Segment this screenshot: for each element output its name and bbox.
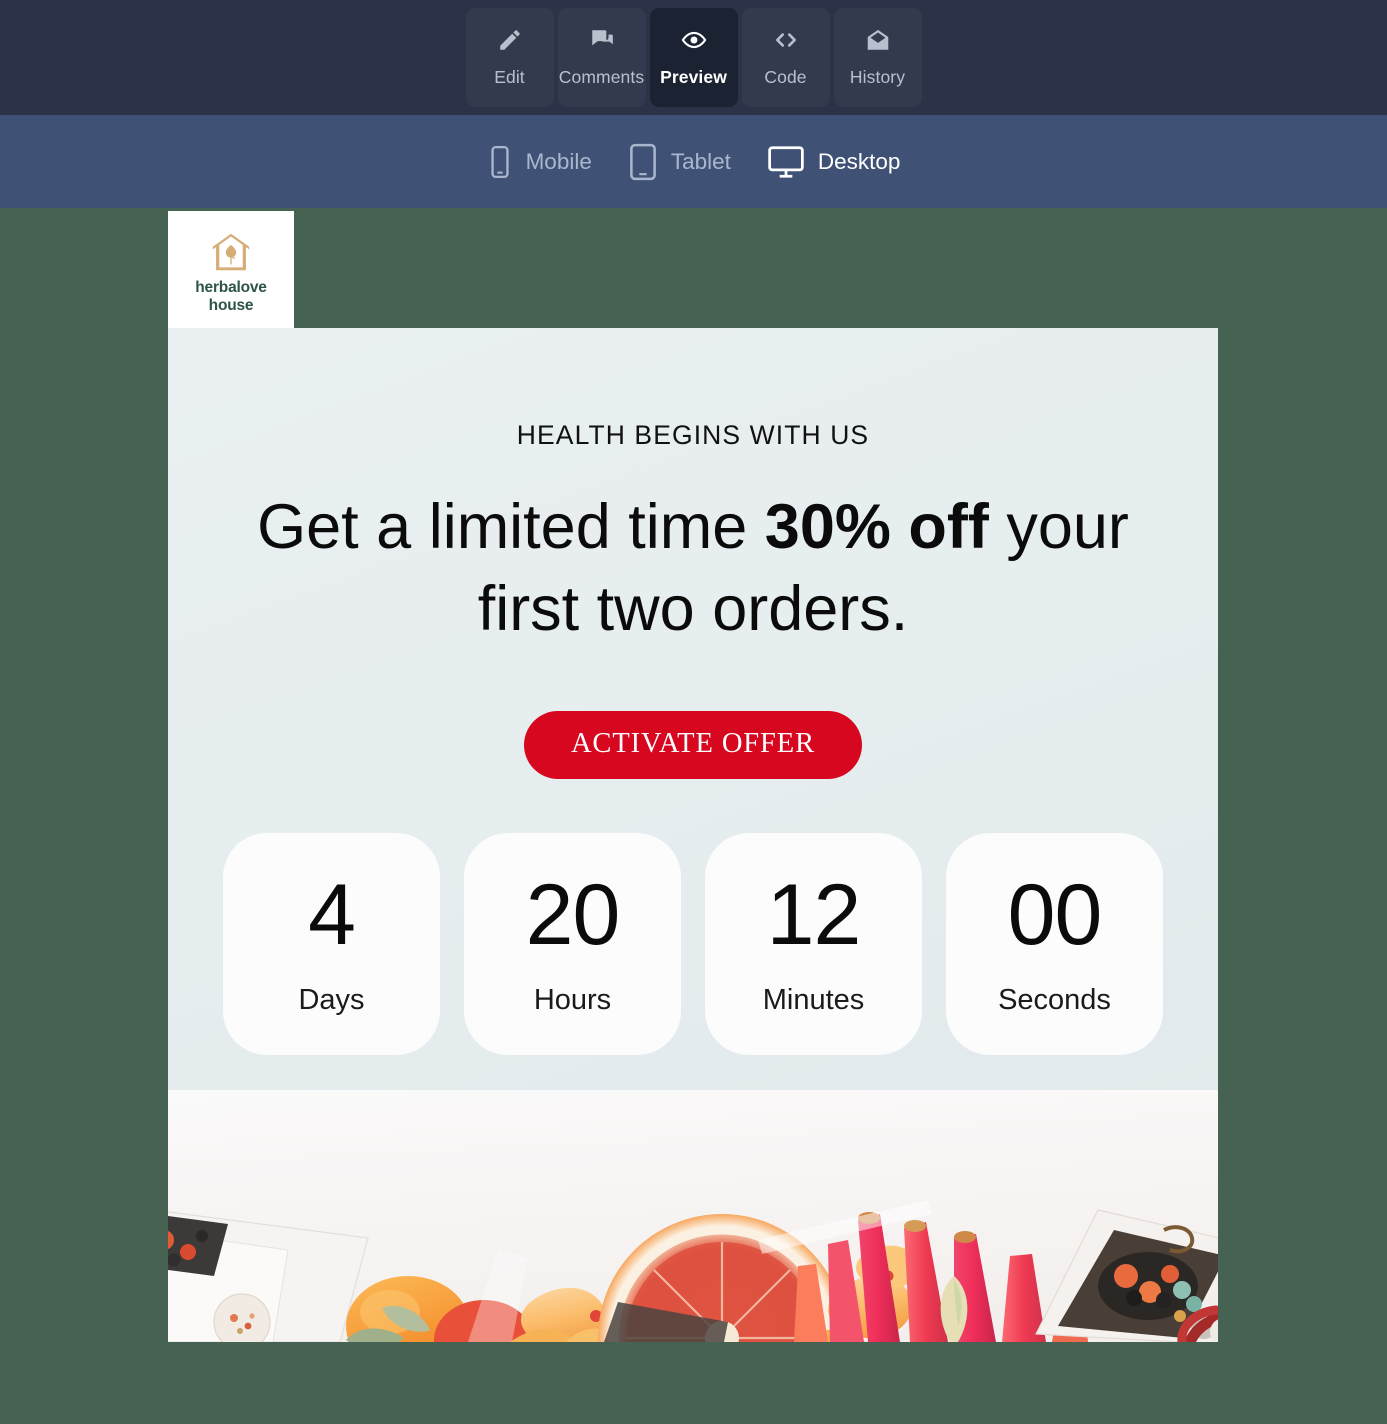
email-headline: Get a limited time 30% off your first tw… (168, 487, 1218, 651)
tab-history-label: History (849, 67, 906, 87)
countdown-minutes-value: 12 (766, 866, 862, 963)
tab-code[interactable]: Code (742, 8, 830, 107)
countdown-minutes-label: Minutes (762, 983, 865, 1016)
editor-toolbar: Edit Comments Preview Code History (0, 0, 1387, 115)
countdown-cell-seconds: 00 Seconds (946, 833, 1163, 1056)
tab-history[interactable]: History (834, 8, 922, 107)
house-with-leaf-icon (208, 229, 254, 275)
envelope-icon (865, 27, 891, 53)
email-eyebrow: HEALTH BEGINS WITH US (516, 420, 870, 450)
device-option-tablet-label: Tablet (670, 148, 731, 174)
countdown-seconds-label: Seconds (998, 983, 1111, 1016)
desktop-monitor-icon (767, 145, 805, 179)
code-icon (773, 27, 799, 53)
tab-edit[interactable]: Edit (466, 8, 554, 107)
device-option-tablet[interactable]: Tablet (610, 143, 749, 181)
brand-logo-line1: herbalove (195, 279, 267, 297)
headline-discount: 30% off (764, 492, 989, 562)
tab-code-label: Code (764, 67, 807, 87)
countdown-days-value: 4 (308, 866, 356, 963)
brand-logo-line2: house (208, 296, 254, 314)
tab-edit-label: Edit (494, 67, 525, 87)
device-preview-bar: Mobile Tablet Desktop (0, 115, 1387, 208)
comment-icon (589, 27, 615, 53)
activate-offer-button[interactable]: ACTIVATE OFFER (523, 710, 863, 780)
tab-preview-label: Preview (660, 67, 727, 87)
mobile-phone-icon (487, 145, 513, 179)
cta-container: ACTIVATE OFFER (168, 710, 1218, 780)
countdown-cell-minutes: 12 Minutes (705, 833, 922, 1056)
countdown-cell-days: 4 Days (223, 833, 440, 1056)
countdown-hours-value: 20 (525, 866, 621, 963)
hero-image-artwork (168, 1090, 1218, 1342)
device-option-desktop-label: Desktop (817, 148, 901, 174)
preview-stage: herbalove house HEALTH BEGINS WITH US Ge… (0, 208, 1387, 1424)
tablet-icon (628, 143, 658, 181)
brand-logo-tile: herbalove house (168, 211, 294, 328)
tab-comments-label: Comments (558, 67, 645, 87)
device-option-desktop[interactable]: Desktop (749, 145, 919, 179)
countdown-timer: 4 Days 20 Hours 12 Minutes 00 Seconds (168, 833, 1218, 1056)
device-option-mobile[interactable]: Mobile (469, 145, 610, 179)
tab-preview[interactable]: Preview (649, 8, 738, 107)
hero-image (168, 1090, 1218, 1342)
email-preview-card: HEALTH BEGINS WITH US Get a limited time… (168, 328, 1218, 1342)
brand-logo-text: herbalove house (195, 279, 267, 314)
pencil-icon (497, 27, 523, 53)
countdown-seconds-value: 00 (1007, 866, 1103, 963)
device-option-mobile-label: Mobile (525, 148, 592, 174)
countdown-hours-label: Hours (533, 983, 612, 1016)
countdown-cell-hours: 20 Hours (464, 833, 681, 1056)
countdown-days-label: Days (298, 983, 365, 1016)
tab-comments[interactable]: Comments (558, 8, 646, 107)
headline-part1: Get a limited time (257, 492, 765, 562)
eye-icon (681, 27, 707, 53)
